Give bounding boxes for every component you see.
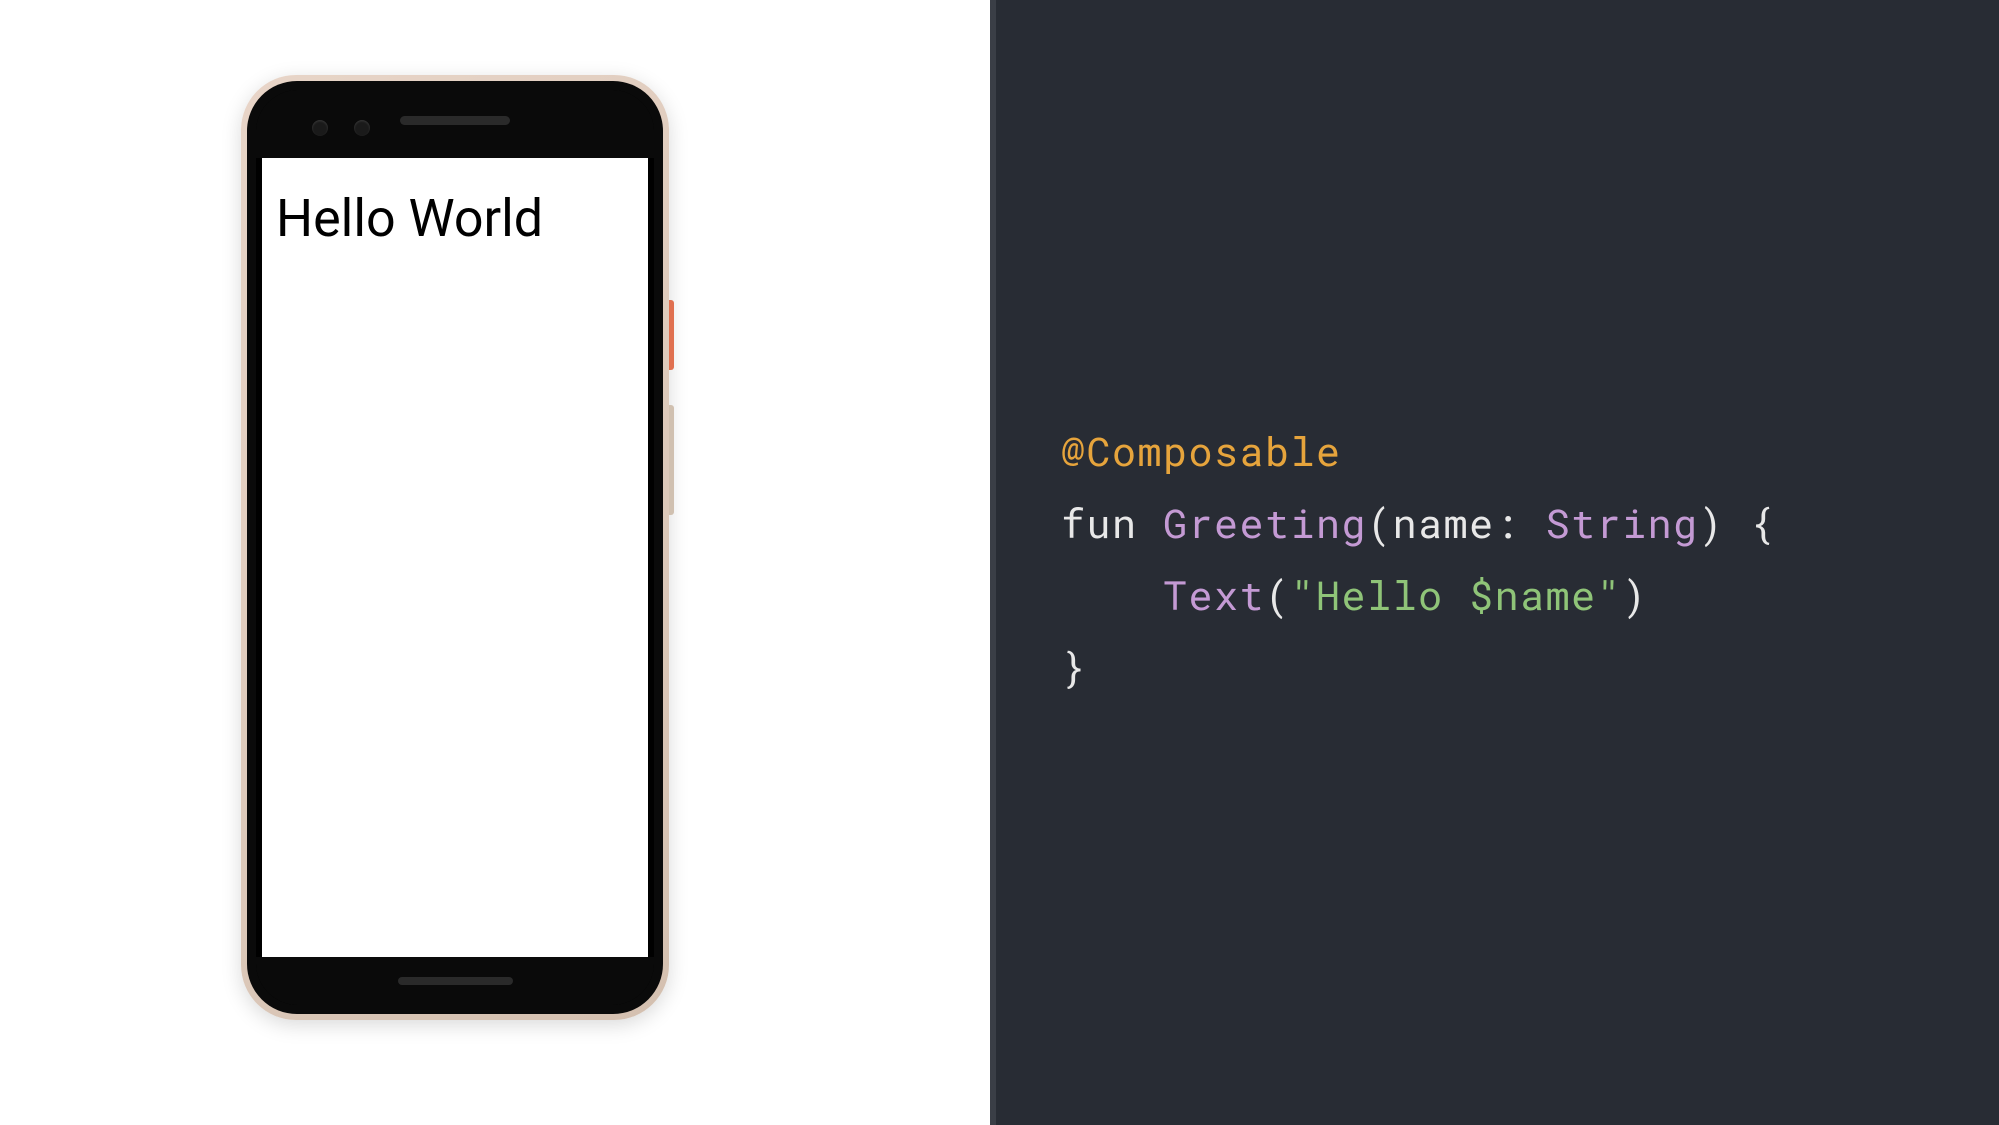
code-close-paren: ) xyxy=(1699,496,1725,549)
screen-text: Hello World xyxy=(262,158,648,279)
code-param-name: name xyxy=(1393,496,1495,549)
code-call-name: Text xyxy=(1163,568,1265,621)
phone-mockup: Hello World xyxy=(241,75,669,1020)
camera-icon xyxy=(312,120,328,136)
power-button-icon xyxy=(669,300,674,370)
code-open-paren: ( xyxy=(1265,568,1291,621)
code-string-literal: "Hello $name" xyxy=(1291,568,1623,621)
phone-outer-frame: Hello World xyxy=(241,75,669,1020)
code-open-paren: ( xyxy=(1367,496,1393,549)
code-indent xyxy=(1061,568,1163,621)
phone-screen: Hello World xyxy=(262,158,648,957)
code-annotation: @Composable xyxy=(1061,424,1342,477)
code-block: @Composable fun Greeting(name: String) {… xyxy=(1061,415,1999,703)
code-open-brace: { xyxy=(1750,496,1776,549)
speaker-icon xyxy=(400,116,510,125)
code-param-type: String xyxy=(1546,496,1699,549)
speaker-icon xyxy=(398,977,513,985)
phone-body: Hello World xyxy=(247,81,663,1014)
code-close-paren: ) xyxy=(1622,568,1648,621)
phone-top-bezel xyxy=(256,90,654,158)
code-panel: @Composable fun Greeting(name: String) {… xyxy=(990,0,1999,1125)
code-close-brace: } xyxy=(1061,640,1087,693)
phone-bottom-bezel xyxy=(256,957,654,1005)
volume-button-icon xyxy=(669,405,674,515)
phone-inner: Hello World xyxy=(256,90,654,1005)
code-keyword-fun: fun xyxy=(1061,496,1138,549)
camera-icon xyxy=(354,120,370,136)
code-function-name: Greeting xyxy=(1163,496,1367,549)
code-colon: : xyxy=(1495,496,1521,549)
preview-panel: Hello World xyxy=(0,0,990,1125)
